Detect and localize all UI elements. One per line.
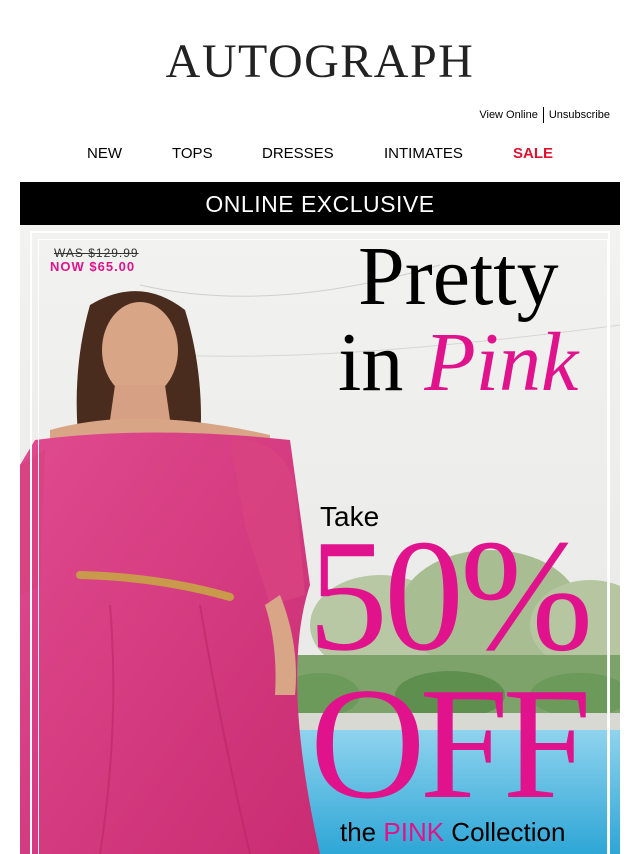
collection-suffix: Collection xyxy=(444,817,566,847)
utility-links: View Online Unsubscribe xyxy=(479,107,610,123)
collection-pink: PINK xyxy=(383,817,445,847)
hero-promo-image[interactable]: WAS $129.99 NOW $65.00 Pretty in Pink Ta… xyxy=(20,225,620,854)
nav-dresses[interactable]: DRESSES xyxy=(262,145,334,162)
headline-in: in xyxy=(338,316,425,409)
nav-sale[interactable]: SALE xyxy=(513,145,553,162)
unsubscribe-link[interactable]: Unsubscribe xyxy=(549,109,610,121)
main-navigation: NEW TOPS DRESSES INTIMATES SALE xyxy=(0,145,640,165)
nav-tops[interactable]: TOPS xyxy=(172,145,213,162)
collection-label: the PINK Collection xyxy=(340,817,565,848)
collection-prefix: the xyxy=(340,817,384,847)
headline-pretty: Pretty xyxy=(358,230,559,323)
now-price: NOW $65.00 xyxy=(50,259,136,274)
nav-intimates[interactable]: INTIMATES xyxy=(384,145,463,162)
headline-in-pink: in Pink xyxy=(338,321,578,405)
online-exclusive-banner[interactable]: ONLINE EXCLUSIVE xyxy=(20,182,620,225)
utility-divider xyxy=(542,107,544,123)
headline-pink-word: Pink xyxy=(424,316,579,409)
discount-off: OFF xyxy=(310,654,592,832)
discount-percent: 50% xyxy=(308,506,593,684)
nav-new[interactable]: NEW xyxy=(87,145,122,162)
brand-logo[interactable]: AUTOGRAPH xyxy=(0,38,640,86)
was-price: WAS $129.99 xyxy=(54,246,139,260)
view-online-link[interactable]: View Online xyxy=(479,109,538,121)
